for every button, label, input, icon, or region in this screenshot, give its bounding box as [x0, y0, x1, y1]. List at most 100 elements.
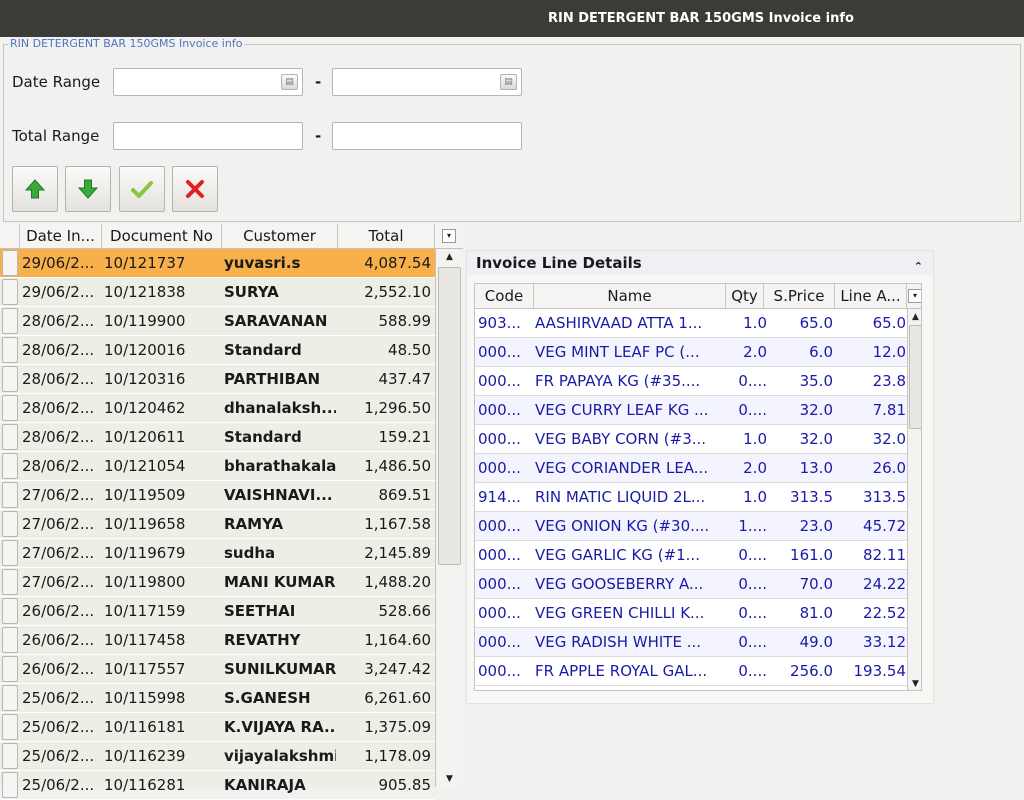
cell-sprice: 6.0 [809, 343, 833, 361]
scroll-thumb[interactable] [438, 267, 461, 565]
cell-name: VEG CORIANDER LEA... [535, 459, 709, 477]
column-header-code[interactable]: Code [475, 284, 534, 309]
scroll-down-icon[interactable]: ▼ [436, 771, 463, 787]
table-row[interactable]: 27/06/2... 10/119509 VAISHNAVI... 869.51 [0, 481, 435, 510]
table-row[interactable]: 000... VEG ONION KG (#30.... 1.... 23.0 45.7… [475, 512, 907, 541]
table-row[interactable]: 28/06/2... 10/120316 PARTHIBAN 437.47 [0, 365, 435, 394]
column-header-name[interactable]: Name [534, 284, 726, 309]
table-row[interactable]: 000... VEG GARLIC KG (#1... 0.... 161.0 82.1… [475, 541, 907, 570]
row-selector[interactable] [2, 656, 18, 682]
row-selector[interactable] [2, 772, 18, 798]
filter-legend: RIN DETERGENT BAR 150GMS Invoice info [8, 37, 245, 50]
table-row[interactable]: 27/06/2... 10/119800 MANI KUMAR 1,488.20 [0, 568, 435, 597]
table-row[interactable]: 29/06/2... 10/121838 SURYA 2,552.10 [0, 278, 435, 307]
cell-qty: 0.... [738, 604, 767, 622]
column-header-total[interactable]: Total [338, 224, 435, 249]
table-row[interactable]: 28/06/2... 10/120462 dhanalaksh... 1,296.50 [0, 394, 435, 423]
scroll-up-icon[interactable]: ▲ [436, 249, 463, 265]
cell-line-amount: 12.0 [872, 343, 906, 361]
scroll-down-icon[interactable]: ▼ [908, 676, 921, 690]
table-row[interactable]: 27/06/2... 10/119679 sudha 2,145.89 [0, 539, 435, 568]
row-selector[interactable] [2, 395, 18, 421]
table-row[interactable]: 28/06/2... 10/121054 bharathakala 1,486.50 [0, 452, 435, 481]
table-row[interactable]: 28/06/2... 10/120611 Standard 159.21 [0, 423, 435, 452]
move-down-button[interactable] [65, 166, 111, 212]
cell-code: 000... [478, 459, 521, 477]
row-selector[interactable] [2, 743, 18, 769]
row-selector[interactable] [2, 424, 18, 450]
row-selector[interactable] [2, 511, 18, 537]
cell-total: 2,145.89 [364, 544, 431, 562]
row-selector[interactable] [2, 569, 18, 595]
invoice-line-table-header: Code Name Qty S.Price Line A... ▾ [475, 284, 921, 309]
total-from-field[interactable] [113, 122, 303, 150]
scroll-thumb[interactable] [909, 325, 921, 429]
column-header-qty[interactable]: Qty [726, 284, 764, 309]
calendar-icon[interactable]: ▤ [281, 74, 298, 90]
invoice-table-scrollbar[interactable]: ▲ ▼ [435, 249, 463, 787]
row-selector[interactable] [2, 337, 18, 363]
table-row[interactable]: 000... VEG RADISH WHITE ... 0.... 49.0 33.12 [475, 628, 907, 657]
column-header-line-amount[interactable]: Line A... [835, 284, 907, 309]
table-row[interactable]: 26/06/2... 10/117458 REVATHY 1,164.60 [0, 626, 435, 655]
table-row[interactable]: 000... VEG CURRY LEAF KG ... 0.... 32.0 7.81 [475, 396, 907, 425]
table-row[interactable]: 25/06/2... 10/116239 vijayalakshmi 1,178.09 [0, 742, 435, 771]
table-row[interactable]: 27/06/2... 10/119658 RAMYA 1,167.58 [0, 510, 435, 539]
table-row[interactable]: 26/06/2... 10/117557 SUNILKUMAR 3,247.42 [0, 655, 435, 684]
table-row[interactable]: 28/06/2... 10/119900 SARAVANAN 588.99 [0, 307, 435, 336]
date-from-field[interactable]: ▤ [113, 68, 303, 96]
table-row[interactable]: 29/06/2... 10/121737 yuvasri.s 4,087.54 [0, 249, 435, 278]
row-selector[interactable] [2, 482, 18, 508]
invoice-line-scrollbar[interactable]: ▲ ▼ [907, 309, 921, 690]
table-row[interactable]: 26/06/2... 10/117159 SEETHAI 528.66 [0, 597, 435, 626]
table-row[interactable]: 000... FR PAPAYA KG (#35.... 0.... 35.0 23.8 [475, 367, 907, 396]
move-up-button[interactable] [12, 166, 58, 212]
cell-document-no: 10/119900 [104, 312, 186, 330]
table-row[interactable]: 000... VEG BABY CORN (#3... 1.0 32.0 32.0 [475, 425, 907, 454]
cell-date: 25/06/2... [22, 689, 95, 707]
cell-name: RIN MATIC LIQUID 2L... [535, 488, 706, 506]
row-selector[interactable] [2, 714, 18, 740]
row-selector[interactable] [2, 250, 18, 276]
cancel-button[interactable] [172, 166, 218, 212]
table-row[interactable]: 000... VEG MINT LEAF PC (... 2.0 6.0 12.0 [475, 338, 907, 367]
scroll-up-icon[interactable]: ▲ [908, 309, 921, 325]
row-selector[interactable] [2, 453, 18, 479]
column-header-document-no[interactable]: Document No [102, 224, 222, 249]
table-row[interactable]: 25/06/2... 10/116281 KANIRAJA 905.85 [0, 771, 435, 800]
table-row[interactable]: 25/06/2... 10/115998 S.GANESH 6,261.60 [0, 684, 435, 713]
cell-qty: 0.... [738, 372, 767, 390]
column-header-customer[interactable]: Customer [222, 224, 338, 249]
row-selector[interactable] [2, 598, 18, 624]
row-selector[interactable] [2, 685, 18, 711]
column-header-date[interactable]: Date In... [20, 224, 102, 249]
row-selector[interactable] [2, 627, 18, 653]
row-selector[interactable] [2, 279, 18, 305]
date-to-field[interactable]: ▤ [332, 68, 522, 96]
table-row[interactable]: 903... AASHIRVAAD ATTA 1... 1.0 65.0 65.0 [475, 309, 907, 338]
cell-total: 1,178.09 [364, 747, 431, 765]
row-selector[interactable] [2, 308, 18, 334]
total-to-field[interactable] [332, 122, 522, 150]
cell-total: 6,261.60 [364, 689, 431, 707]
table-row[interactable]: 000... VEG GOOSEBERRY A... 0.... 70.0 24.22 [475, 570, 907, 599]
cell-document-no: 10/116281 [104, 776, 186, 794]
cell-line-amount: 45.72 [863, 517, 906, 535]
table-row[interactable]: 000... VEG GREEN CHILLI K... 0.... 81.0 22.5… [475, 599, 907, 628]
table-row[interactable]: 914... RIN MATIC LIQUID 2L... 1.0 313.5 313.… [475, 483, 907, 512]
table-row[interactable]: 25/06/2... 10/116181 K.VIJAYA RA... 1,375.0… [0, 713, 435, 742]
calendar-icon[interactable]: ▤ [500, 74, 517, 90]
column-header-sprice[interactable]: S.Price [764, 284, 835, 309]
cell-customer: SURYA [224, 283, 279, 301]
table-row[interactable]: 28/06/2... 10/120016 Standard 48.50 [0, 336, 435, 365]
row-selector[interactable] [2, 540, 18, 566]
ok-button[interactable] [119, 166, 165, 212]
cell-sprice: 23.0 [799, 517, 833, 535]
column-menu-icon[interactable]: ▾ [442, 229, 456, 243]
row-selector[interactable] [2, 366, 18, 392]
column-menu-icon[interactable]: ▾ [908, 289, 921, 303]
table-row[interactable]: 000... FR APPLE ROYAL GAL... 0.... 256.0 193… [475, 657, 907, 686]
details-title-bar[interactable]: Invoice Line Details ⌃ [467, 251, 933, 275]
table-row[interactable]: 000... VEG CORIANDER LEA... 2.0 13.0 26.0 [475, 454, 907, 483]
collapse-icon[interactable]: ⌃ [914, 255, 923, 279]
